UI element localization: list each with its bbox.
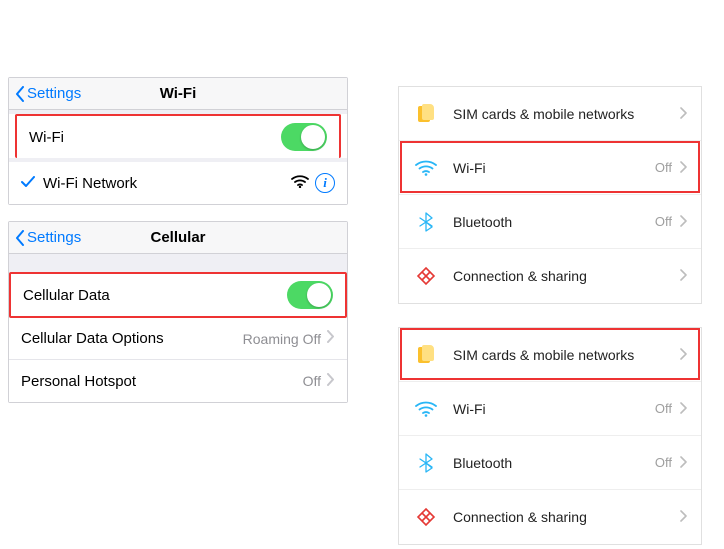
ios-cellular-panel: Settings Cellular Cellular Data Cellular… — [8, 221, 348, 403]
row-connection-sharing[interactable]: Connection & sharing — [399, 249, 701, 303]
row-label: SIM cards & mobile networks — [453, 106, 680, 122]
cellular-options-value: Roaming Off — [243, 331, 321, 347]
back-label: Settings — [27, 229, 81, 246]
wifi-toggle[interactable] — [281, 123, 327, 151]
chevron-right-icon — [680, 214, 687, 230]
wifi-toggle-label: Wi-Fi — [29, 129, 281, 146]
cellular-group: Cellular Data Cellular Data Options Roam… — [9, 272, 347, 402]
chevron-left-icon — [15, 230, 25, 246]
wifi-icon — [413, 401, 439, 417]
row-label: Connection & sharing — [453, 268, 680, 284]
ios-cellular-header: Settings Cellular — [9, 222, 347, 254]
cellular-data-label: Cellular Data — [23, 287, 287, 304]
sim-card-icon — [413, 104, 439, 124]
row-wifi[interactable]: Wi-Fi Off — [399, 141, 701, 195]
row-sim-cards[interactable]: SIM cards & mobile networks — [399, 328, 701, 382]
row-label: Wi-Fi — [453, 160, 655, 176]
cellular-data-row[interactable]: Cellular Data — [9, 272, 347, 318]
checkmark-icon — [21, 175, 35, 192]
personal-hotspot-row[interactable]: Personal Hotspot Off — [9, 360, 347, 402]
android-settings-list-1: SIM cards & mobile networks Wi-Fi Off Bl… — [398, 86, 702, 304]
row-label: Connection & sharing — [453, 509, 680, 525]
wifi-network-name: Wi-Fi Network — [43, 175, 291, 192]
row-label: Bluetooth — [453, 455, 655, 471]
wifi-network-row[interactable]: Wi-Fi Network i — [9, 162, 347, 204]
wifi-toggle-group: Wi-Fi — [9, 114, 347, 158]
bluetooth-icon — [413, 453, 439, 473]
wifi-icon — [413, 160, 439, 176]
row-bluetooth[interactable]: Bluetooth Off — [399, 195, 701, 249]
chevron-right-icon — [680, 347, 687, 363]
chevron-right-icon — [327, 373, 335, 390]
back-button[interactable]: Settings — [15, 85, 81, 102]
info-icon[interactable]: i — [315, 173, 335, 193]
row-label: SIM cards & mobile networks — [453, 347, 680, 363]
row-label: Bluetooth — [453, 214, 655, 230]
row-bluetooth[interactable]: Bluetooth Off — [399, 436, 701, 490]
sim-card-icon — [413, 345, 439, 365]
row-wifi[interactable]: Wi-Fi Off — [399, 382, 701, 436]
row-value: Off — [655, 401, 672, 416]
personal-hotspot-value: Off — [303, 373, 321, 389]
back-label: Settings — [27, 85, 81, 102]
cellular-options-label: Cellular Data Options — [21, 330, 243, 347]
chevron-right-icon — [680, 455, 687, 471]
wifi-toggle-row[interactable]: Wi-Fi — [15, 114, 341, 158]
page-title: Cellular — [150, 229, 205, 246]
row-value: Off — [655, 214, 672, 229]
row-label: Wi-Fi — [453, 401, 655, 417]
page-title: Wi-Fi — [160, 85, 197, 102]
cellular-options-row[interactable]: Cellular Data Options Roaming Off — [9, 318, 347, 360]
chevron-right-icon — [680, 106, 687, 122]
row-sim-cards[interactable]: SIM cards & mobile networks — [399, 87, 701, 141]
chevron-left-icon — [15, 86, 25, 102]
wifi-network-group: Wi-Fi Network i — [9, 162, 347, 204]
row-value: Off — [655, 455, 672, 470]
bluetooth-icon — [413, 212, 439, 232]
row-connection-sharing[interactable]: Connection & sharing — [399, 490, 701, 544]
connection-sharing-icon — [413, 507, 439, 527]
wifi-signal-icon — [291, 174, 309, 192]
personal-hotspot-label: Personal Hotspot — [21, 373, 303, 390]
cellular-data-toggle[interactable] — [287, 281, 333, 309]
chevron-right-icon — [680, 401, 687, 417]
chevron-right-icon — [680, 160, 687, 176]
chevron-right-icon — [680, 509, 687, 525]
ios-wifi-header: Settings Wi-Fi — [9, 78, 347, 110]
chevron-right-icon — [327, 330, 335, 347]
android-settings-list-2: SIM cards & mobile networks Wi-Fi Off Bl… — [398, 327, 702, 545]
connection-sharing-icon — [413, 266, 439, 286]
row-value: Off — [655, 160, 672, 175]
back-button[interactable]: Settings — [15, 229, 81, 246]
ios-wifi-panel: Settings Wi-Fi Wi-Fi Wi-Fi Network i — [8, 77, 348, 205]
chevron-right-icon — [680, 268, 687, 284]
